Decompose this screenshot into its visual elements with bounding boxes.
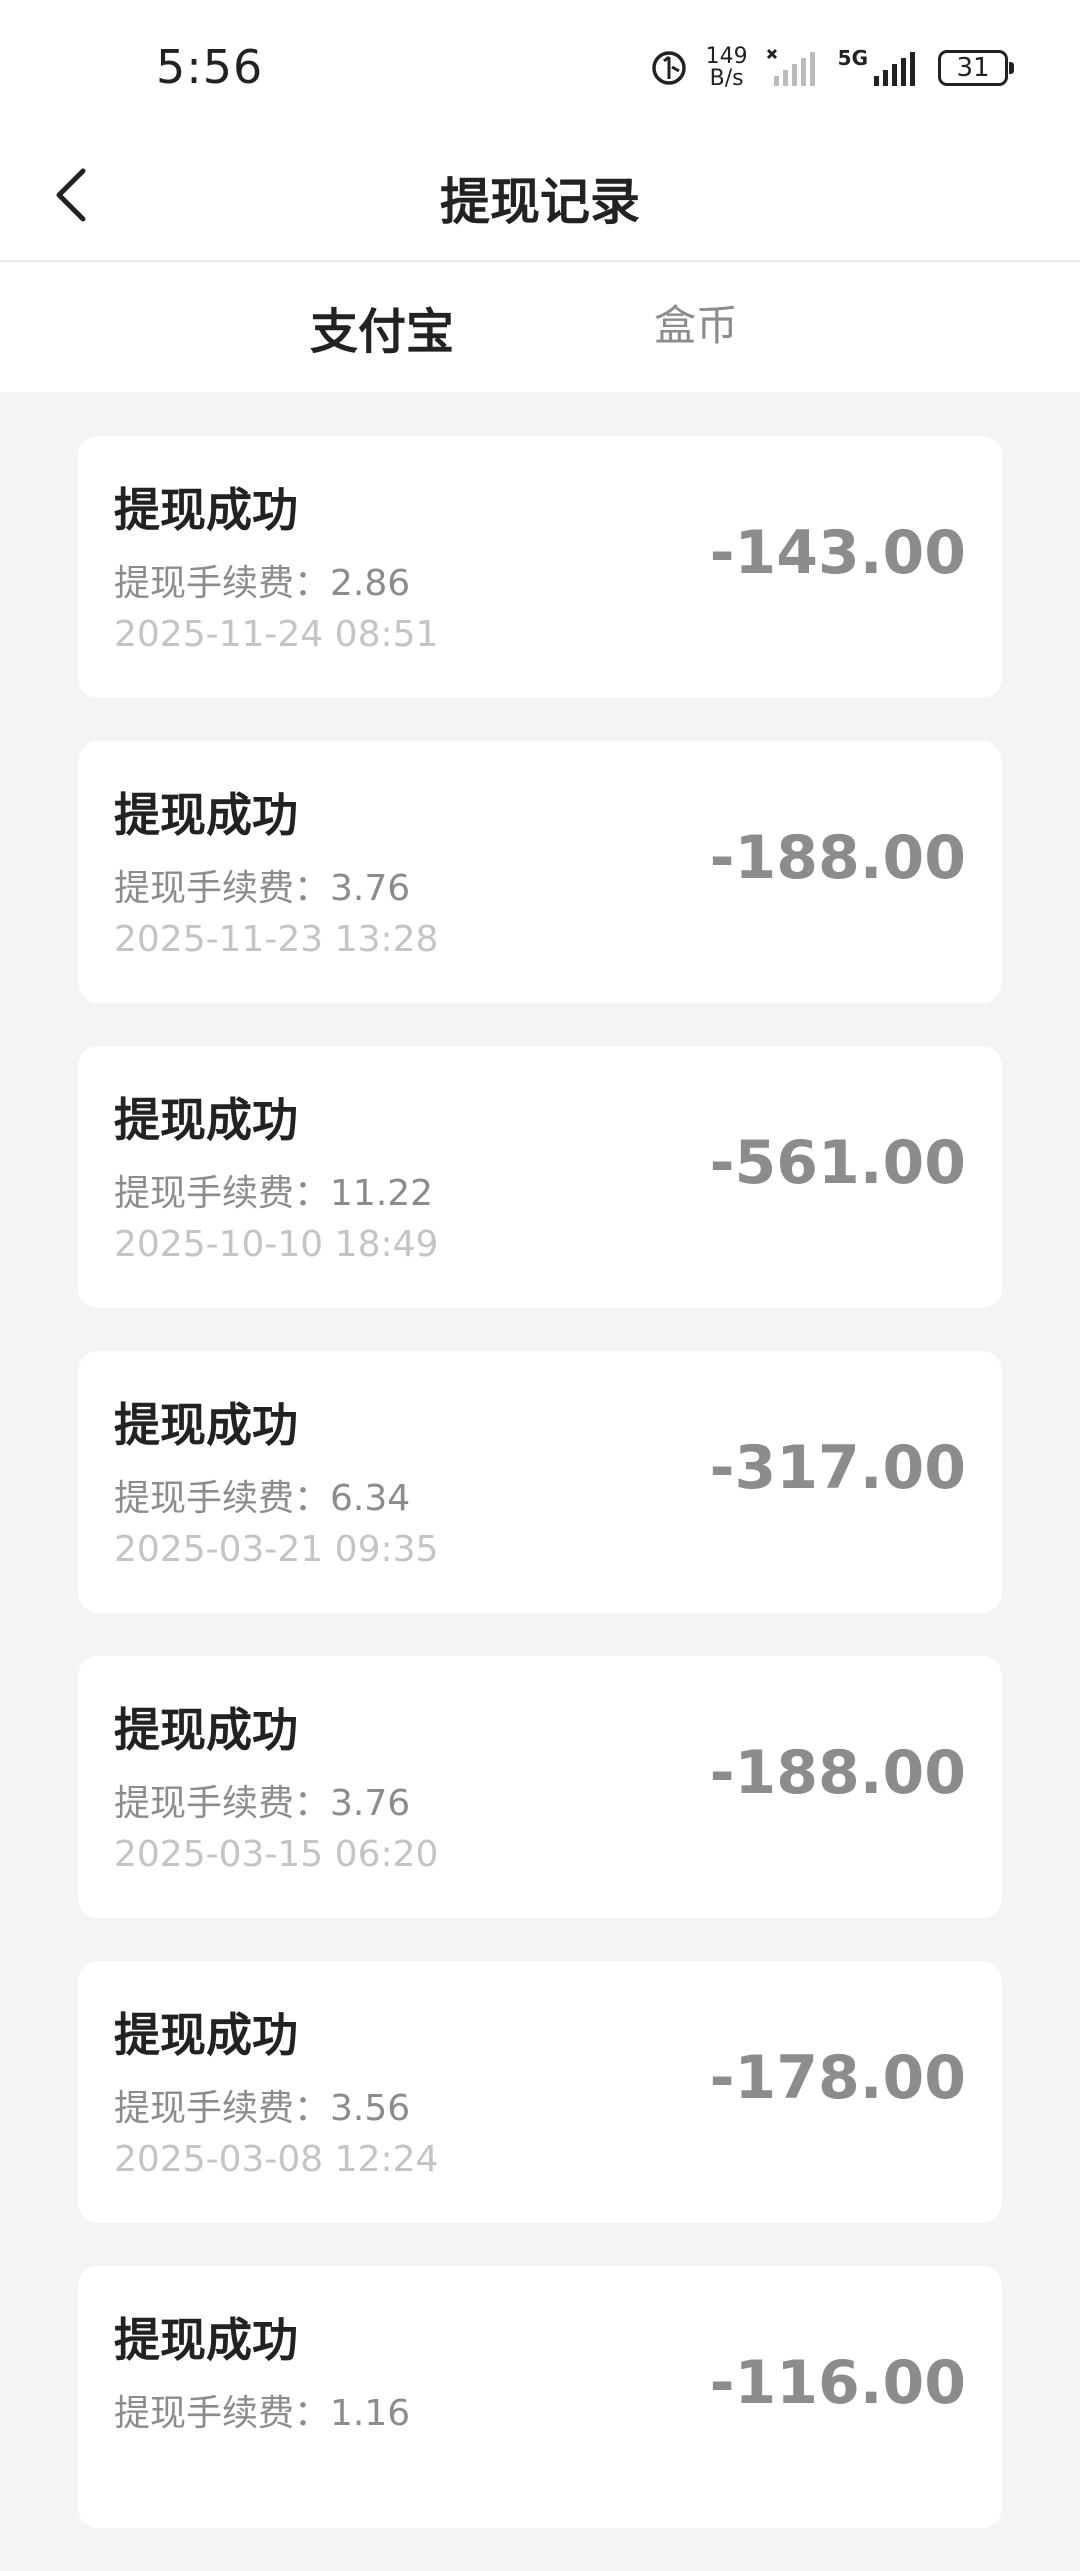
record-status: 提现成功 [114,2313,298,2367]
record-fee-label: 提现手续费： [114,868,331,909]
record-fee-value: 3.56 [330,2088,411,2129]
status-icons: 149 B/s 5G 31 [650,46,1014,90]
record-amount: -188.00 [709,823,966,893]
record-fee: 提现手续费：11.22 [114,1164,433,1216]
record-card[interactable]: 提现成功 提现手续费：2.86 2025-11-24 08:51 -143.00 [78,436,1002,698]
record-fee-label: 提现手续费： [114,1783,331,1824]
battery-icon: 31 [938,50,1014,86]
record-status: 提现成功 [114,2008,298,2062]
record-amount: -317.00 [709,1433,966,1503]
record-time: 2025-03-21 09:35 [114,1529,439,1570]
record-fee-label: 提现手续费： [114,563,331,604]
record-status: 提现成功 [114,788,298,842]
record-amount: -188.00 [709,1738,966,1808]
record-fee: 提现手续费：3.76 [114,859,410,911]
record-time: 2025-11-24 08:51 [114,614,439,655]
tab-alipay[interactable]: 支付宝 [306,292,459,366]
battery-level: 31 [956,53,990,83]
record-fee-label: 提现手续费： [114,1478,331,1519]
tab-bar: 支付宝 盒币 [0,262,1080,392]
nav-bar: 提现记录 [0,140,1080,262]
record-amount: -178.00 [709,2043,966,2113]
record-fee-label: 提现手续费： [114,2393,331,2434]
record-fee: 提现手续费：6.34 [114,1469,410,1521]
record-fee-value: 3.76 [330,1783,411,1824]
page-title: 提现记录 [440,173,640,231]
record-fee-value: 11.22 [330,1173,434,1214]
record-fee-label: 提现手续费： [114,1173,331,1214]
net-speed-unit: B/s [709,66,744,91]
record-status: 提现成功 [114,1703,298,1757]
network-type: 5G [837,46,868,70]
record-fee: 提现手续费：2.86 [114,554,410,606]
status-time: 5:56 [156,40,264,94]
record-amount: -143.00 [709,518,966,588]
record-amount: -561.00 [709,1128,966,1198]
record-fee: 提现手续费：1.16 [114,2384,410,2436]
record-fee-value: 2.86 [330,563,411,604]
record-fee-value: 1.16 [330,2393,411,2434]
record-status: 提现成功 [114,1398,298,1452]
tab-coin[interactable]: 盒币 [654,292,738,353]
net-speed-value: 149 [705,44,748,69]
record-time: 2025-10-10 18:49 [114,1224,439,1265]
record-fee: 提现手续费：3.76 [114,1774,410,1826]
data-saver-icon [651,51,686,85]
record-fee-value: 6.34 [330,1478,411,1519]
net-speed: 149 B/s [706,46,748,90]
record-amount: -116.00 [709,2348,966,2418]
tab-alipay-label: 支付宝 [310,304,455,360]
record-card[interactable]: 提现成功 提现手续费：6.34 2025-03-21 09:35 -317.00 [78,1351,1002,1613]
record-card[interactable]: 提现成功 提现手续费：3.56 2025-03-08 12:24 -178.00 [78,1961,1002,2223]
record-card[interactable]: 提现成功 提现手续费：11.22 2025-10-10 18:49 -561.0… [78,1046,1002,1308]
record-status: 提现成功 [114,483,298,537]
signal-5g-group: 5G [838,48,920,88]
record-card[interactable]: 提现成功 提现手续费：3.76 2025-11-23 13:28 -188.00 [78,741,1002,1003]
record-status: 提现成功 [114,1093,298,1147]
record-card[interactable]: 提现成功 提现手续费：3.76 2025-03-15 06:20 -188.00 [78,1656,1002,1918]
record-time: 2025-03-15 06:20 [114,1834,439,1875]
status-bar: 5:56 149 B/s 5G 31 [0,0,1080,140]
withdrawal-record-list: 提现成功 提现手续费：2.86 2025-11-24 08:51 -143.00… [78,436,1002,2571]
record-fee: 提现手续费：3.56 [114,2079,410,2131]
signal-strength-icon [874,52,915,86]
record-fee-value: 3.76 [330,868,411,909]
record-fee-label: 提现手续费： [114,2088,331,2129]
record-time: 2025-11-23 13:28 [114,919,439,960]
record-card[interactable]: 提现成功 提现手续费：1.16 -116.00 [78,2266,1002,2528]
tab-coin-label: 盒币 [654,301,739,350]
signal-no-service-icon [766,48,815,86]
record-time: 2025-03-08 12:24 [114,2139,439,2180]
